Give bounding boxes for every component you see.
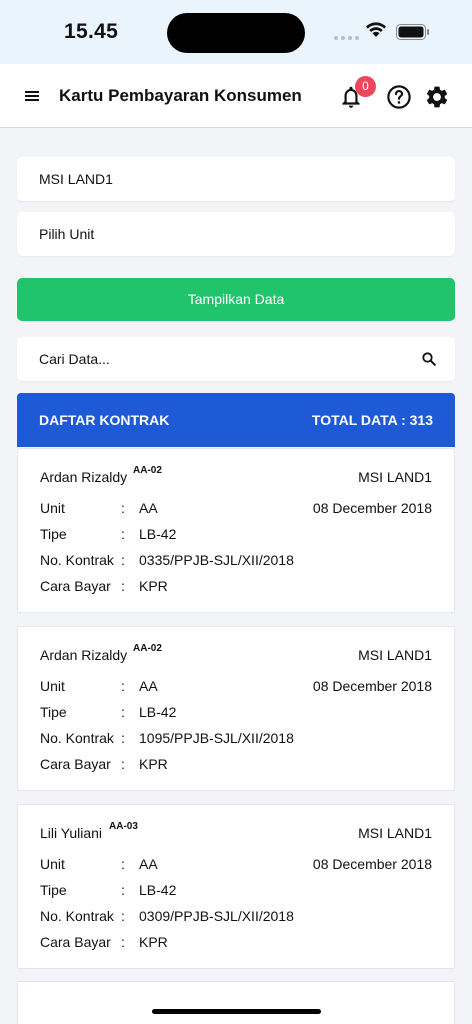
unit-value: AA bbox=[139, 856, 158, 872]
contract-number-value: 0335/PPJB-SJL/XII/2018 bbox=[139, 552, 294, 568]
unit-select[interactable]: Pilih Unit bbox=[17, 212, 455, 256]
unit-label: Unit bbox=[40, 856, 65, 872]
battery-icon bbox=[396, 24, 429, 40]
separator: : bbox=[121, 552, 125, 568]
payment-method-row: Cara Bayar : KPR bbox=[40, 578, 340, 596]
contract-number-value: 0309/PPJB-SJL/XII/2018 bbox=[139, 908, 294, 924]
type-value: LB-42 bbox=[139, 704, 177, 720]
unit-value: AA bbox=[139, 500, 158, 516]
type-label: Tipe bbox=[40, 526, 67, 542]
separator: : bbox=[121, 756, 125, 772]
status-bar: 15.45 bbox=[0, 0, 472, 64]
customer-name: Ardan Rizaldy bbox=[40, 469, 128, 485]
unit-code: AA-03 bbox=[109, 821, 138, 832]
separator: : bbox=[121, 500, 125, 516]
project-select[interactable]: MSI LAND1 bbox=[17, 157, 455, 201]
contract-card-partial[interactable] bbox=[17, 981, 455, 1024]
unit-code: AA-02 bbox=[133, 643, 162, 654]
search-bar bbox=[17, 337, 455, 381]
payment-method-label: Cara Bayar bbox=[40, 578, 111, 594]
contract-list-header: DAFTAR KONTRAK TOTAL DATA : 313 bbox=[17, 393, 455, 447]
customer-name: Ardan Rizaldy bbox=[40, 647, 128, 663]
contract-number-row: No. Kontrak : 0335/PPJB-SJL/XII/2018 bbox=[40, 552, 340, 570]
payment-method-label: Cara Bayar bbox=[40, 934, 111, 950]
separator: : bbox=[121, 882, 125, 898]
type-value: LB-42 bbox=[139, 882, 177, 898]
unit-row: Unit : AA bbox=[40, 500, 340, 518]
separator: : bbox=[121, 578, 125, 594]
status-time: 15.45 bbox=[64, 20, 119, 43]
unit-label: Unit bbox=[40, 678, 65, 694]
contract-card[interactable]: Lili Yuliani AA-03 MSI LAND1 08 December… bbox=[17, 804, 455, 969]
settings-gear-icon[interactable] bbox=[424, 84, 450, 110]
list-title: DAFTAR KONTRAK bbox=[39, 412, 170, 428]
unit-row: Unit : AA bbox=[40, 678, 340, 696]
separator: : bbox=[121, 908, 125, 924]
type-label: Tipe bbox=[40, 882, 67, 898]
contract-number-row: No. Kontrak : 0309/PPJB-SJL/XII/2018 bbox=[40, 908, 340, 926]
separator: : bbox=[121, 730, 125, 746]
search-icon[interactable] bbox=[422, 352, 436, 366]
contract-number-value: 1095/PPJB-SJL/XII/2018 bbox=[139, 730, 294, 746]
type-row: Tipe : LB-42 bbox=[40, 882, 340, 900]
separator: : bbox=[121, 856, 125, 872]
contract-number-label: No. Kontrak bbox=[40, 552, 114, 568]
contract-number-label: No. Kontrak bbox=[40, 908, 114, 924]
contract-card[interactable]: Ardan Rizaldy AA-02 MSI LAND1 08 Decembe… bbox=[17, 448, 455, 613]
payment-method-value: KPR bbox=[139, 578, 168, 594]
help-icon[interactable] bbox=[386, 84, 412, 110]
dynamic-island bbox=[167, 13, 305, 53]
type-row: Tipe : LB-42 bbox=[40, 526, 340, 544]
page-title: Kartu Pembayaran Konsumen bbox=[59, 86, 302, 105]
notification-badge: 0 bbox=[355, 76, 376, 97]
search-input[interactable] bbox=[39, 349, 399, 369]
wifi-icon bbox=[366, 22, 386, 37]
app-bar: Kartu Pembayaran Konsumen 0 bbox=[0, 64, 472, 128]
contract-number-row: No. Kontrak : 1095/PPJB-SJL/XII/2018 bbox=[40, 730, 340, 748]
payment-method-label: Cara Bayar bbox=[40, 756, 111, 772]
contract-card[interactable]: Ardan Rizaldy AA-02 MSI LAND1 08 Decembe… bbox=[17, 626, 455, 791]
project-name: MSI LAND1 bbox=[358, 825, 432, 841]
payment-method-row: Cara Bayar : KPR bbox=[40, 756, 340, 774]
separator: : bbox=[121, 934, 125, 950]
unit-value: AA bbox=[139, 678, 158, 694]
menu-icon[interactable] bbox=[22, 86, 42, 106]
unit-code: AA-02 bbox=[133, 465, 162, 476]
payment-method-value: KPR bbox=[139, 934, 168, 950]
type-value: LB-42 bbox=[139, 526, 177, 542]
total-data-count: TOTAL DATA : 313 bbox=[311, 412, 433, 428]
separator: : bbox=[121, 704, 125, 720]
show-data-button[interactable]: Tampilkan Data bbox=[17, 278, 455, 321]
payment-method-row: Cara Bayar : KPR bbox=[40, 934, 340, 952]
project-name: MSI LAND1 bbox=[358, 469, 432, 485]
separator: : bbox=[121, 526, 125, 542]
cellular-signal-icon bbox=[334, 36, 359, 40]
contract-number-label: No. Kontrak bbox=[40, 730, 114, 746]
payment-method-value: KPR bbox=[139, 756, 168, 772]
project-name: MSI LAND1 bbox=[358, 647, 432, 663]
unit-row: Unit : AA bbox=[40, 856, 340, 874]
customer-name: Lili Yuliani bbox=[40, 825, 103, 841]
unit-label: Unit bbox=[40, 500, 65, 516]
separator: : bbox=[121, 678, 125, 694]
home-indicator bbox=[152, 1009, 321, 1014]
type-row: Tipe : LB-42 bbox=[40, 704, 340, 722]
type-label: Tipe bbox=[40, 704, 67, 720]
